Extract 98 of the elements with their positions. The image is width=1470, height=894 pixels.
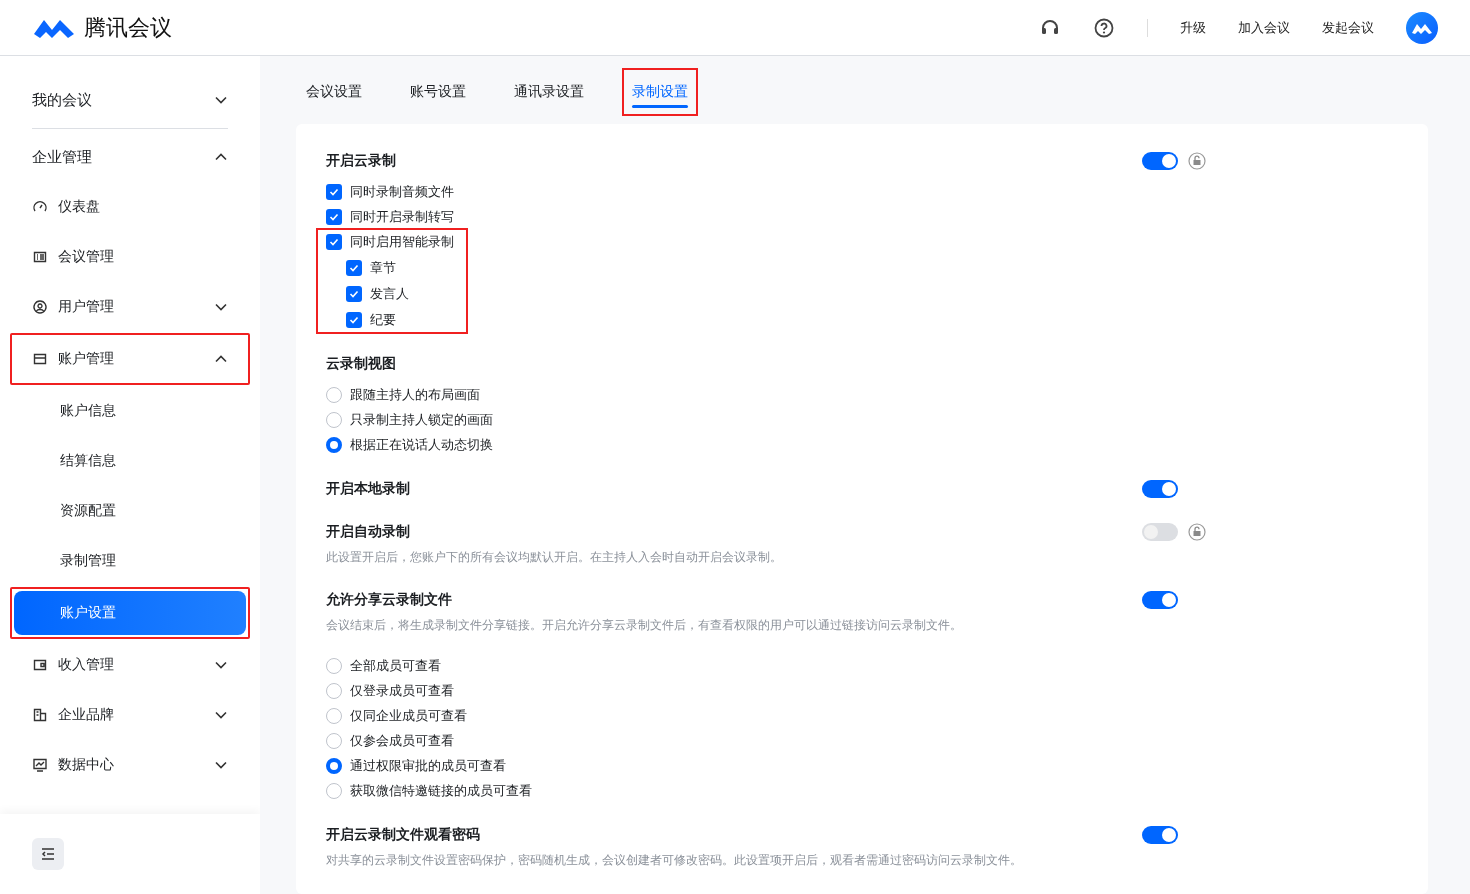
radio-option[interactable]: 通过权限审批的成员可查看: [326, 756, 1398, 776]
sidebar-item[interactable]: 会议管理: [10, 233, 250, 281]
sidebar-item[interactable]: 用户管理: [10, 283, 250, 331]
building-icon: [32, 707, 48, 723]
header-link[interactable]: 升级: [1180, 18, 1206, 37]
settings-tab[interactable]: 录制设置: [622, 68, 698, 116]
radio-button[interactable]: [326, 437, 342, 453]
setting-description: 此设置开启后，您账户下的所有会议均默认开启。在主持人入会时自动开启会议录制。: [326, 549, 783, 566]
chart-screen-icon: [32, 757, 48, 773]
option-label: 全部成员可查看: [350, 657, 441, 675]
setting-title: 开启本地录制: [326, 480, 411, 498]
radio-button[interactable]: [326, 708, 342, 724]
radio-option[interactable]: 获取微信特邀链接的成员可查看: [326, 781, 1398, 801]
radio-button[interactable]: [326, 783, 342, 799]
collapse-button[interactable]: [32, 838, 64, 870]
settings-tab[interactable]: 账号设置: [400, 68, 476, 116]
checkbox-option[interactable]: 纪要: [346, 310, 454, 330]
checkbox[interactable]: [326, 184, 342, 200]
sidebar-item[interactable]: 数据中心: [10, 741, 250, 789]
checkbox-option[interactable]: 同时开启录制转写: [326, 207, 454, 227]
checkbox[interactable]: [346, 260, 362, 276]
option-label: 发言人: [370, 285, 409, 303]
option-label: 通过权限审批的成员可查看: [350, 757, 506, 775]
checkbox-option[interactable]: 发言人: [346, 284, 454, 304]
check-icon: [349, 289, 359, 299]
sidebar-item[interactable]: 仪表盘: [10, 183, 250, 231]
radio-option[interactable]: 跟随主持人的布局画面: [326, 385, 1398, 405]
option-label: 只录制主持人锁定的画面: [350, 411, 493, 429]
sidebar-item[interactable]: 账户管理: [10, 333, 250, 385]
radio-option[interactable]: 根据正在说话人动态切换: [326, 435, 1398, 455]
option-label: 纪要: [370, 311, 396, 329]
sidebar-subitem[interactable]: 资源配置: [10, 487, 250, 535]
radio-option[interactable]: 仅同企业成员可查看: [326, 706, 1398, 726]
sidebar-subitem[interactable]: 账户设置: [14, 591, 246, 635]
help-icon[interactable]: [1093, 16, 1115, 39]
option-label: 同时录制音频文件: [350, 183, 454, 201]
option-label: 仅同企业成员可查看: [350, 707, 467, 725]
collapse-menu-icon: [40, 847, 56, 861]
radio-option[interactable]: 仅参会成员可查看: [326, 731, 1398, 751]
settings-tab[interactable]: 会议设置: [296, 68, 372, 116]
sidebar-section[interactable]: 企业管理: [10, 133, 250, 181]
list-icon: [32, 249, 48, 265]
toggle-switch[interactable]: [1142, 523, 1178, 541]
radio-option[interactable]: 仅登录成员可查看: [326, 681, 1398, 701]
check-icon: [329, 187, 339, 197]
option-label: 仅参会成员可查看: [350, 732, 454, 750]
brand-name: 腾讯会议: [84, 13, 172, 42]
sidebar-item[interactable]: 收入管理: [10, 641, 250, 689]
setting-title: 允许分享云录制文件: [326, 591, 453, 609]
radio-option[interactable]: 全部成员可查看: [326, 656, 1398, 676]
check-icon: [329, 212, 339, 222]
unlock-icon[interactable]: [1188, 152, 1206, 170]
card-icon: [32, 351, 48, 367]
option-label: 同时启用智能录制: [350, 233, 454, 251]
setting-title: 开启云录制: [326, 152, 397, 170]
option-label: 章节: [370, 259, 396, 277]
checkbox[interactable]: [346, 312, 362, 328]
radio-button[interactable]: [326, 733, 342, 749]
toggle-switch[interactable]: [1142, 152, 1178, 170]
checkbox-option[interactable]: 同时录制音频文件: [326, 182, 454, 202]
radio-button[interactable]: [326, 412, 342, 428]
option-label: 根据正在说话人动态切换: [350, 436, 493, 454]
radio-button[interactable]: [326, 758, 342, 774]
sidebar-item[interactable]: 企业品牌: [10, 691, 250, 739]
option-label: 跟随主持人的布局画面: [350, 386, 480, 404]
radio-button[interactable]: [326, 658, 342, 674]
check-icon: [349, 263, 359, 273]
radio-button[interactable]: [326, 387, 342, 403]
checkbox-option[interactable]: 同时启用智能录制: [326, 232, 454, 252]
check-icon: [329, 237, 339, 247]
sidebar-subitem[interactable]: 结算信息: [10, 437, 250, 485]
sidebar-section[interactable]: 我的会议: [10, 76, 250, 124]
setting-title: 开启云录制文件观看密码: [326, 826, 481, 844]
option-label: 获取微信特邀链接的成员可查看: [350, 782, 532, 800]
checkbox-option[interactable]: 章节: [346, 258, 454, 278]
checkbox[interactable]: [326, 209, 342, 225]
sidebar-subitem[interactable]: 录制管理: [10, 537, 250, 585]
unlock-icon[interactable]: [1188, 523, 1206, 541]
radio-option[interactable]: 只录制主持人锁定的画面: [326, 410, 1398, 430]
checkbox[interactable]: [326, 234, 342, 250]
toggle-switch[interactable]: [1142, 480, 1178, 498]
header-link[interactable]: 发起会议: [1322, 18, 1374, 37]
setting-title: 开启自动录制: [326, 523, 411, 541]
wallet-icon: [32, 657, 48, 673]
option-label: 仅登录成员可查看: [350, 682, 454, 700]
checkbox[interactable]: [346, 286, 362, 302]
toggle-switch[interactable]: [1142, 826, 1178, 844]
settings-tab[interactable]: 通讯录设置: [504, 68, 594, 116]
sidebar-subitem[interactable]: 账户信息: [10, 387, 250, 435]
setting-description: 对共享的云录制文件设置密码保护，密码随机生成，会议创建者可修改密码。此设置项开启后，观看者需通过密码访问云录制文件。: [326, 852, 1023, 869]
check-icon: [349, 315, 359, 325]
toggle-switch[interactable]: [1142, 591, 1178, 609]
setting-title: 云录制视图: [326, 355, 397, 373]
radio-button[interactable]: [326, 683, 342, 699]
header-link[interactable]: 加入会议: [1238, 18, 1290, 37]
option-label: 同时开启录制转写: [350, 208, 454, 226]
setting-description: 会议结束后，将生成录制文件分享链接。开启允许分享云录制文件后，有查看权限的用户可以通过链接访问云录制文件。: [326, 617, 963, 634]
avatar[interactable]: [1406, 11, 1438, 44]
